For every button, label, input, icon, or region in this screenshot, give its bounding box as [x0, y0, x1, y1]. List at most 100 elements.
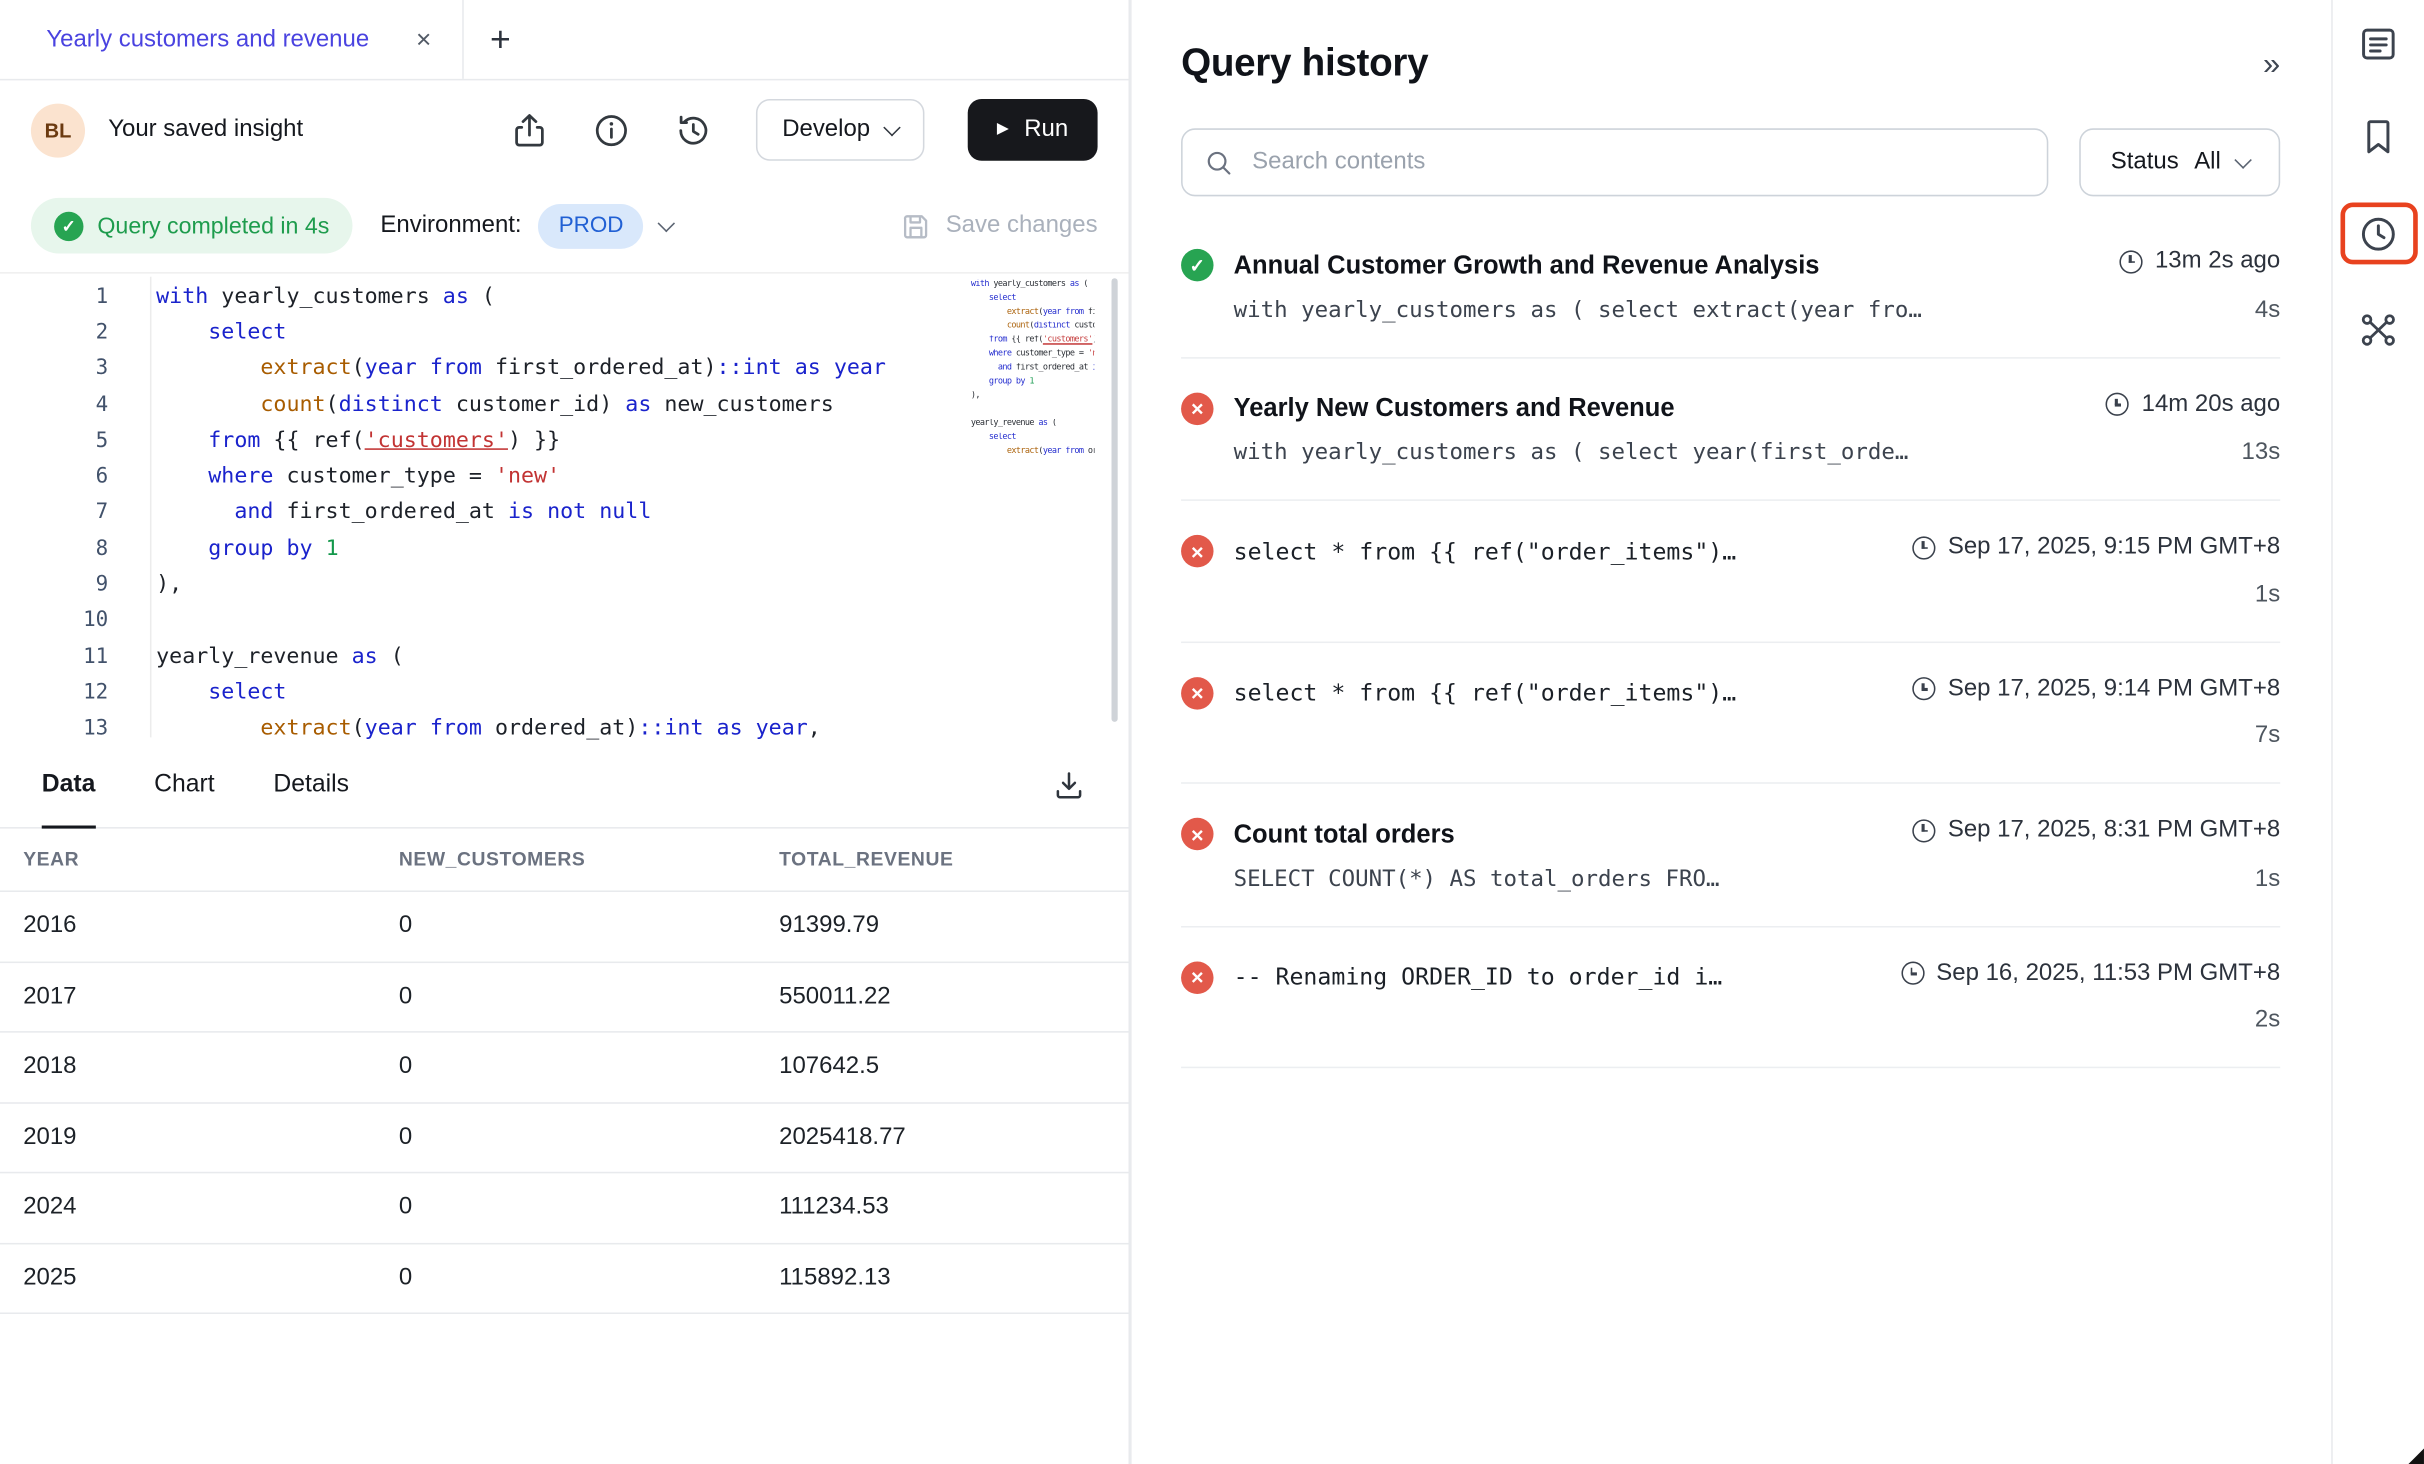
results-tabs: Data Chart Details	[42, 744, 349, 827]
code-line: 7 and first_ordered_at is not null	[0, 494, 1129, 530]
search-box[interactable]	[1181, 128, 2048, 196]
table-cell: 91399.79	[779, 912, 1128, 940]
query-history-title: Query history	[1181, 42, 1428, 87]
query-history-panel-icon[interactable]	[2357, 213, 2399, 255]
develop-button[interactable]: Develop	[756, 99, 924, 161]
editor-scrollbar[interactable]	[1112, 278, 1118, 722]
chevron-down-icon	[883, 119, 900, 136]
query-title: select * from {{ ref("order_items")…	[1234, 679, 1737, 707]
history-icon-highlight	[2340, 203, 2417, 265]
version-history-icon[interactable]	[674, 111, 713, 150]
table-cell: 111234.53	[779, 1194, 1128, 1222]
query-history-item[interactable]: ×Count total ordersSep 17, 2025, 8:31 PM…	[1181, 784, 2280, 927]
download-icon[interactable]	[1051, 768, 1087, 804]
code-line: 4 count(distinct customer_id) as new_cus…	[0, 386, 1129, 422]
query-history-controls: Status All	[1181, 128, 2280, 196]
query-title: Annual Customer Growth and Revenue Analy…	[1234, 251, 1820, 280]
query-status-text: Query completed in 4s	[97, 213, 329, 239]
sql-editor[interactable]: 1with yearly_customers as (2 select3 ext…	[0, 272, 1129, 743]
status-filter-dropdown[interactable]: Status All	[2079, 128, 2280, 196]
play-icon: ▶	[997, 122, 1009, 137]
save-changes-button[interactable]: Save changes	[899, 209, 1097, 241]
query-list-icon[interactable]	[2357, 23, 2399, 65]
code-line: 12 select	[0, 674, 1129, 710]
code-text: with yearly_customers as (	[156, 284, 495, 309]
code-line: 6 where customer_type = 'new'	[0, 458, 1129, 494]
query-duration: 13s	[2242, 439, 2281, 467]
run-button[interactable]: ▶ Run	[968, 99, 1098, 161]
query-timestamp: 13m 2s ago	[2119, 247, 2280, 275]
results-tab-chart[interactable]: Chart	[154, 744, 214, 827]
table-cell: 0	[399, 1123, 779, 1151]
code-line: 13 extract(year from ordered_at)::int as…	[0, 710, 1129, 743]
code-lines: 1with yearly_customers as (2 select3 ext…	[0, 278, 1129, 743]
close-tab-icon[interactable]: ×	[416, 26, 431, 52]
query-title: -- Renaming ORDER_ID to order_id i…	[1234, 963, 1723, 991]
clock-icon	[2106, 393, 2129, 416]
table-cell: 0	[399, 1194, 779, 1222]
query-history-item[interactable]: ✓Annual Customer Growth and Revenue Anal…	[1181, 215, 2280, 358]
table-row: 20180107642.5	[0, 1033, 1129, 1103]
results-tab-bar: Data Chart Details	[0, 744, 1129, 829]
line-number: 13	[0, 716, 108, 741]
table-row: 201902025418.77	[0, 1103, 1129, 1173]
table-cell: 0	[399, 912, 779, 940]
new-tab-button[interactable]: +	[490, 22, 511, 58]
code-text: from {{ ref('customers') }}	[156, 428, 560, 453]
code-line: 3 extract(year from first_ordered_at)::i…	[0, 350, 1129, 386]
query-timestamp: Sep 17, 2025, 9:14 PM GMT+8	[1912, 675, 2280, 703]
insight-title: Your saved insight	[108, 116, 303, 144]
error-status-icon: ×	[1181, 392, 1213, 424]
table-cell: 2017	[23, 983, 399, 1011]
query-history-item[interactable]: ×-- Renaming ORDER_ID to order_id i…Sep …	[1181, 927, 2280, 1068]
bookmark-icon[interactable]	[2357, 116, 2399, 158]
column-header: YEAR	[23, 849, 399, 871]
environment-value-badge[interactable]: PROD	[539, 203, 644, 248]
query-history-list: ✓Annual Customer Growth and Revenue Anal…	[1181, 215, 2280, 1068]
resize-handle[interactable]	[2407, 1449, 2424, 1464]
code-text: extract(year from ordered_at)::int as ye…	[156, 716, 821, 741]
search-input[interactable]	[1249, 147, 2025, 178]
code-text: yearly_revenue as (	[156, 644, 404, 669]
status-filter-label: Status	[2111, 148, 2179, 176]
timestamp-text: 13m 2s ago	[2155, 247, 2280, 275]
tab-bar: Yearly customers and revenue × +	[0, 0, 1129, 80]
table-cell: 107642.5	[779, 1053, 1128, 1081]
run-label: Run	[1024, 116, 1068, 144]
query-history-item[interactable]: ×Yearly New Customers and Revenue14m 20s…	[1181, 358, 2280, 501]
tab-yearly-customers-and-revenue[interactable]: Yearly customers and revenue ×	[0, 0, 464, 79]
editor-pane: Yearly customers and revenue × + BL Your…	[0, 0, 1130, 1464]
code-line: 2 select	[0, 314, 1129, 350]
column-header: NEW_CUSTOMERS	[399, 849, 779, 871]
timestamp-text: Sep 16, 2025, 11:53 PM GMT+8	[1936, 959, 2280, 987]
share-icon[interactable]	[510, 111, 549, 150]
collapse-panel-icon[interactable]: »	[2263, 49, 2280, 80]
query-history-item[interactable]: ×select * from {{ ref("order_items")…Sep…	[1181, 501, 2280, 642]
table-cell: 2019	[23, 1123, 399, 1151]
avatar[interactable]: BL	[31, 103, 85, 157]
table-row: 2016091399.79	[0, 892, 1129, 962]
results-tab-details[interactable]: Details	[273, 744, 349, 827]
clock-icon	[1912, 677, 1935, 700]
line-number: 2	[0, 320, 108, 345]
table-cell: 2025	[23, 1264, 399, 1292]
header-actions: Develop ▶ Run	[510, 99, 1097, 161]
table-cell: 2018	[23, 1053, 399, 1081]
timestamp-text: Sep 17, 2025, 8:31 PM GMT+8	[1948, 816, 2280, 844]
environment-selector[interactable]: Environment: PROD	[380, 203, 673, 248]
lineage-icon[interactable]	[2357, 309, 2399, 351]
status-filter-value: All	[2194, 148, 2221, 176]
table-cell: 0	[399, 1264, 779, 1292]
code-line: 1with yearly_customers as (	[0, 278, 1129, 314]
line-number: 8	[0, 536, 108, 561]
table-row: 20240111234.53	[0, 1173, 1129, 1243]
timestamp-text: Sep 17, 2025, 9:15 PM GMT+8	[1948, 533, 2280, 561]
code-text: group by 1	[156, 536, 338, 561]
info-icon[interactable]	[592, 111, 631, 150]
table-cell: 2016	[23, 912, 399, 940]
query-history-item[interactable]: × select * from {{ ref("order_items")… Sep…	[1181, 642, 2280, 783]
line-number: 4	[0, 392, 108, 417]
save-changes-label: Save changes	[946, 212, 1098, 240]
results-tab-data[interactable]: Data	[42, 744, 96, 827]
error-status-icon: ×	[1181, 676, 1213, 708]
